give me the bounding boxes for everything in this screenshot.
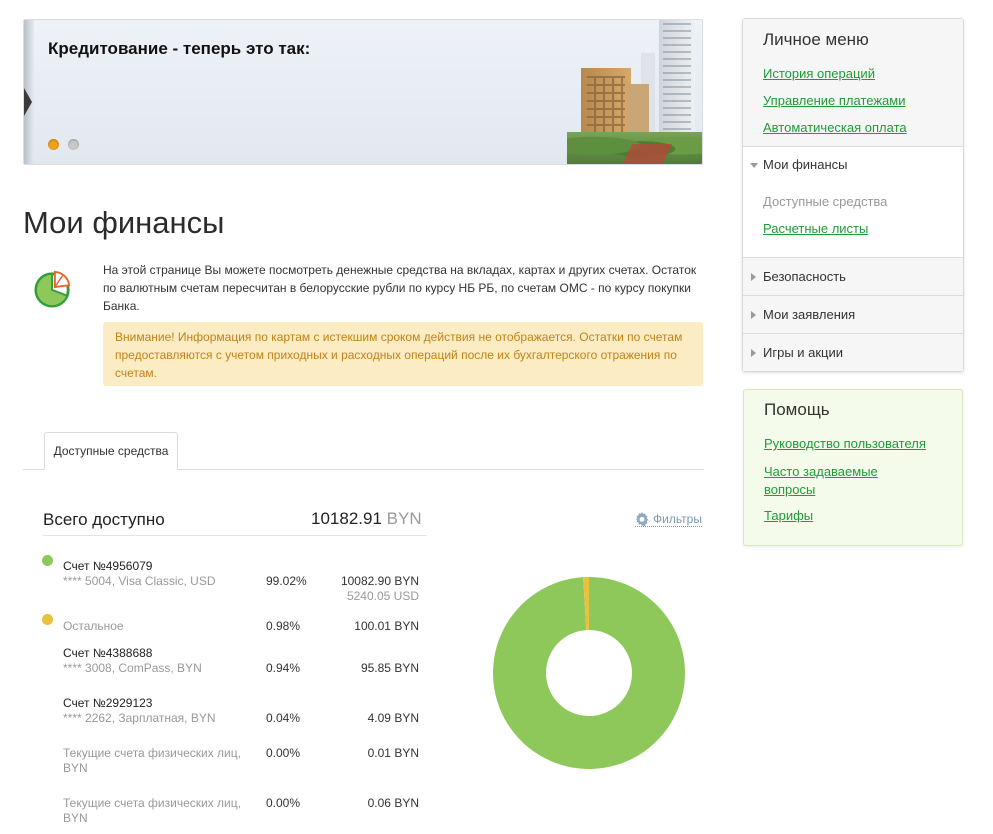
sidebar-item-my-finances[interactable]: Мои финансы bbox=[763, 157, 847, 172]
account-desc: **** 3008, ComPass, BYN bbox=[63, 661, 202, 675]
account-amount: 4.09 BYN bbox=[367, 711, 419, 725]
link-faq[interactable]: Часто задаваемые вопросы bbox=[764, 463, 914, 499]
page-title: Мои финансы bbox=[23, 205, 225, 240]
filters-label: Фильтры bbox=[653, 512, 702, 526]
account-name-line1: Текущие счета физических лиц, bbox=[63, 796, 241, 810]
warning-notice: Внимание! Информация по картам с истекши… bbox=[103, 322, 703, 386]
total-currency: BYN bbox=[386, 509, 422, 528]
account-desc: **** 2262, Зарплатная, BYN bbox=[63, 711, 216, 725]
chevron-right-icon bbox=[751, 349, 756, 357]
banner-prev-arrow[interactable] bbox=[24, 20, 34, 164]
total-value: 10182.91 BYN bbox=[311, 509, 422, 529]
sidebar-item-label: Игры и акции bbox=[763, 345, 844, 360]
legend-dot-main-account bbox=[42, 555, 53, 566]
link-auto-payment[interactable]: Автоматическая оплата bbox=[763, 120, 907, 135]
account-name[interactable]: Счет №4388688 bbox=[63, 646, 152, 661]
account-amount: 95.85 BYN bbox=[360, 661, 419, 675]
gear-icon bbox=[635, 512, 649, 526]
link-operations-history[interactable]: История операций bbox=[763, 66, 875, 81]
account-amount-usd: 5240.05 USD bbox=[346, 589, 419, 603]
divider bbox=[43, 535, 427, 536]
account-name-line2: BYN bbox=[63, 811, 88, 825]
pie-chart-icon bbox=[34, 270, 71, 308]
promo-banner[interactable]: Кредитование - теперь это так: bbox=[23, 19, 703, 165]
link-user-guide[interactable]: Руководство пользователя bbox=[764, 436, 926, 451]
group-amount: 100.01 BYN bbox=[354, 619, 419, 633]
sidebar-subitem-available-funds[interactable]: Доступные средства bbox=[763, 194, 887, 209]
sidebar-item-label: Безопасность bbox=[763, 269, 846, 284]
banner-dot-2[interactable] bbox=[68, 139, 79, 150]
sidebar-subitem-payslips[interactable]: Расчетные листы bbox=[763, 221, 868, 236]
tab-available-funds[interactable]: Доступные средства bbox=[44, 432, 178, 470]
personal-menu: Личное меню История операций Управление … bbox=[742, 18, 964, 372]
account-amount: 0.06 BYN bbox=[367, 796, 419, 810]
link-payments-management[interactable]: Управление платежами bbox=[763, 93, 905, 108]
sidebar-item-label: Мои заявления bbox=[763, 307, 856, 322]
help-panel: Помощь Руководство пользователя Часто за… bbox=[743, 389, 963, 546]
sidebar-item-security[interactable]: Безопасность bbox=[743, 257, 963, 295]
menu-header: Личное меню История операций Управление … bbox=[743, 19, 963, 147]
total-label: Всего доступно bbox=[43, 510, 165, 529]
menu-title: Личное меню bbox=[763, 30, 869, 49]
help-title: Помощь bbox=[764, 400, 830, 419]
chevron-right-icon bbox=[751, 311, 756, 319]
banner-dot-1[interactable] bbox=[48, 139, 59, 150]
filters-link[interactable]: Фильтры bbox=[635, 512, 702, 527]
account-desc: **** 5004, Visa Classic, USD bbox=[63, 574, 216, 588]
account-name[interactable]: Счет №4956079 bbox=[63, 559, 152, 574]
account-amount: 0.01 BYN bbox=[367, 746, 419, 760]
legend-dot-other bbox=[42, 614, 53, 625]
banner-pagination bbox=[48, 139, 79, 150]
account-amount: 10082.90 BYN bbox=[340, 574, 419, 588]
total-amount: 10182.91 bbox=[311, 509, 382, 528]
banner-title: Кредитование - теперь это так: bbox=[48, 39, 311, 58]
group-name: Остальное bbox=[63, 619, 124, 633]
balance-donut-chart bbox=[493, 577, 685, 769]
sidebar-item-games[interactable]: Игры и акции bbox=[743, 333, 963, 371]
link-tariffs[interactable]: Тарифы bbox=[764, 508, 813, 523]
account-name-line1: Текущие счета физических лиц, bbox=[63, 746, 241, 760]
account-name-line2: BYN bbox=[63, 761, 88, 775]
chevron-down-icon bbox=[750, 163, 758, 168]
banner-city-image bbox=[567, 20, 702, 164]
chevron-right-icon bbox=[751, 273, 756, 281]
account-name[interactable]: Счет №2929123 bbox=[63, 696, 152, 711]
sidebar-item-applications[interactable]: Мои заявления bbox=[743, 295, 963, 333]
intro-text: На этой странице Вы можете посмотреть де… bbox=[103, 263, 697, 313]
